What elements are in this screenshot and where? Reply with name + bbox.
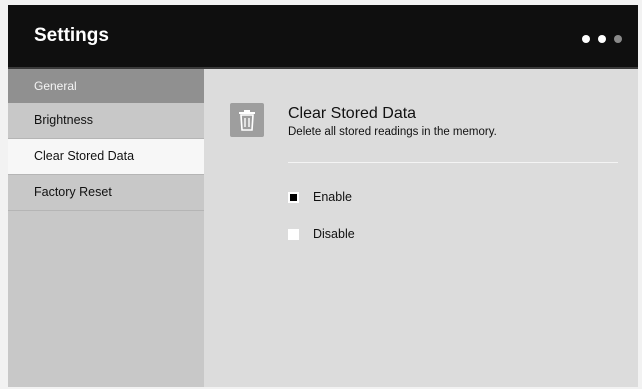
sidebar-item-clear-stored-data[interactable]: Clear Stored Data <box>8 139 204 175</box>
more-menu-button[interactable] <box>582 35 622 43</box>
page-title: Settings <box>34 25 109 46</box>
option-enable[interactable]: Enable <box>288 189 352 205</box>
divider <box>288 162 618 163</box>
section-heading: Clear Stored Data <box>288 105 417 122</box>
enable-label: Enable <box>313 190 352 204</box>
sidebar-item-factory-reset[interactable]: Factory Reset <box>8 175 204 211</box>
dot-icon <box>582 35 590 43</box>
dot-icon <box>598 35 606 43</box>
disable-label: Disable <box>313 227 355 241</box>
main-panel: Clear Stored Data Delete all stored read… <box>204 69 638 387</box>
sidebar-section-general: General <box>8 69 204 103</box>
trash-icon <box>230 103 264 137</box>
sidebar-item-brightness[interactable]: Brightness <box>8 103 204 139</box>
option-disable[interactable]: Disable <box>288 226 355 242</box>
enable-checkbox[interactable] <box>288 191 299 203</box>
section-description: Delete all stored readings in the memory… <box>288 126 497 138</box>
disable-checkbox[interactable] <box>288 228 299 240</box>
sidebar: General Brightness Clear Stored Data Fac… <box>8 69 204 387</box>
device-screen: Settings General Brightness Clear Stored… <box>8 5 638 387</box>
dot-icon <box>614 35 622 43</box>
top-bar: Settings <box>8 5 638 69</box>
